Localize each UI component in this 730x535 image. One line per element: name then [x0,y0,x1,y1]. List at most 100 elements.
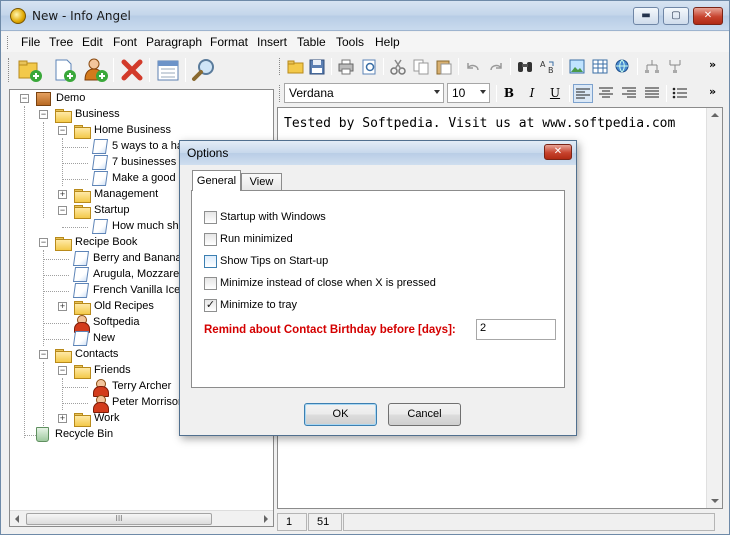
add-note-button[interactable] [51,57,77,83]
menu-format[interactable]: Format [210,35,248,49]
insert-table-button[interactable] [591,58,609,75]
tree-item-business[interactable]: − Business [35,107,235,123]
underline-button[interactable]: U [545,84,565,103]
collapse-icon[interactable]: − [58,206,67,215]
toolbar-overflow-chevron-icon[interactable]: » [709,58,727,75]
general-tab-panel: Startup with Windows Run minimized Show … [191,190,565,388]
checkbox[interactable] [204,255,217,268]
tree-horizontal-scrollbar[interactable]: III [10,510,273,526]
calendar-button[interactable] [155,57,181,83]
cut-button[interactable] [389,58,407,75]
redo-button[interactable] [487,58,505,75]
expand-icon[interactable]: + [58,414,67,423]
expand-icon[interactable]: + [58,190,67,199]
close-window-button[interactable]: ✕ [693,7,723,25]
collapse-icon[interactable]: − [58,126,67,135]
align-right-button[interactable] [619,84,639,103]
collapse-icon[interactable]: − [20,94,29,103]
add-folder-icon [18,60,42,82]
scroll-up-icon[interactable] [711,113,719,117]
bold-button[interactable]: B [499,84,519,103]
insert-link-button[interactable] [614,58,632,75]
formatbar-overflow-chevron-icon[interactable]: » [709,85,727,102]
checkbox-checked[interactable]: ✓ [204,299,217,312]
save-button[interactable] [308,58,326,75]
italic-button[interactable]: I [522,84,542,103]
scrollbar-thumb[interactable]: III [26,513,212,525]
toolbar-separator [666,85,667,102]
tab-general[interactable]: General [192,170,241,191]
menu-tree[interactable]: Tree [49,35,73,49]
align-center-icon [599,87,613,98]
tree-item-home-business[interactable]: − Home Business [54,123,254,139]
chevron-down-icon [480,90,486,94]
dialog-close-button[interactable]: ✕ [544,144,572,160]
minimize-button[interactable]: ▬ [633,7,659,25]
tree-item-label: Contacts [75,348,119,360]
copy-button[interactable] [412,58,430,75]
tree-item-demo[interactable]: − Demo [16,91,216,107]
table-icon [592,59,608,74]
toolbar-separator [331,58,332,75]
merge-button[interactable] [666,58,684,75]
status-bar: 1 51 [277,512,729,532]
font-size-select[interactable]: 10 [447,83,490,103]
open-button[interactable] [287,58,305,75]
align-left-button[interactable] [573,84,593,103]
toolbar-separator [496,85,497,102]
maximize-button[interactable]: ▢ [663,7,689,25]
find-button[interactable] [516,58,534,75]
insert-image-button[interactable] [568,58,586,75]
tree-item-label: Old Recipes [94,300,154,312]
replace-button[interactable]: AB [539,58,557,75]
person-icon [93,379,109,397]
scroll-right-icon[interactable] [264,515,268,523]
print-preview-button[interactable] [360,58,378,75]
format-toolbar: Verdana 10 B I U » [277,81,729,106]
font-family-select[interactable]: Verdana [284,83,444,103]
menu-font[interactable]: Font [113,35,137,49]
delete-x-icon [121,59,143,81]
editor-vertical-scrollbar[interactable] [706,108,722,508]
editor-text[interactable]: Tested by Softpedia. Visit us at www.sof… [284,116,675,131]
checkbox[interactable] [204,233,217,246]
align-center-button[interactable] [596,84,616,103]
scroll-down-icon[interactable] [711,499,719,503]
undo-button[interactable] [464,58,482,75]
collapse-icon[interactable]: − [58,366,67,375]
menu-paragraph[interactable]: Paragraph [146,35,202,49]
checkbox[interactable] [204,277,217,290]
checkbox[interactable] [204,211,217,224]
print-button[interactable] [337,58,355,75]
add-folder-button[interactable] [17,57,43,83]
search-button[interactable] [191,57,217,83]
menu-help[interactable]: Help [375,35,400,49]
remind-days-input[interactable]: 2 [476,319,556,340]
bullet-list-button[interactable] [670,84,690,103]
delete-button[interactable] [119,57,145,83]
scroll-left-icon[interactable] [15,515,19,523]
paste-button[interactable] [435,58,453,75]
option-label: Show Tips on Start-up [220,255,329,267]
tree-item-label: Work [94,412,120,424]
cancel-button[interactable]: Cancel [388,403,461,426]
menu-tools[interactable]: Tools [336,35,364,49]
option-label: Run minimized [220,233,293,245]
justify-icon [645,87,659,98]
justify-button[interactable] [642,84,662,103]
collapse-icon[interactable]: − [39,110,48,119]
document-icon [72,251,90,266]
add-contact-button[interactable] [83,57,109,83]
print-preview-icon [362,59,376,75]
tab-view[interactable]: View [241,173,282,191]
split-button[interactable] [643,58,661,75]
menu-edit[interactable]: Edit [82,35,103,49]
tree-item-label: Berry and Banana [93,252,182,264]
ok-button[interactable]: OK [304,403,377,426]
collapse-icon[interactable]: − [39,238,48,247]
menu-insert[interactable]: Insert [257,35,287,49]
expand-icon[interactable]: + [58,302,67,311]
menu-table[interactable]: Table [297,35,326,49]
collapse-icon[interactable]: − [39,350,48,359]
menu-file[interactable]: File [21,35,40,49]
